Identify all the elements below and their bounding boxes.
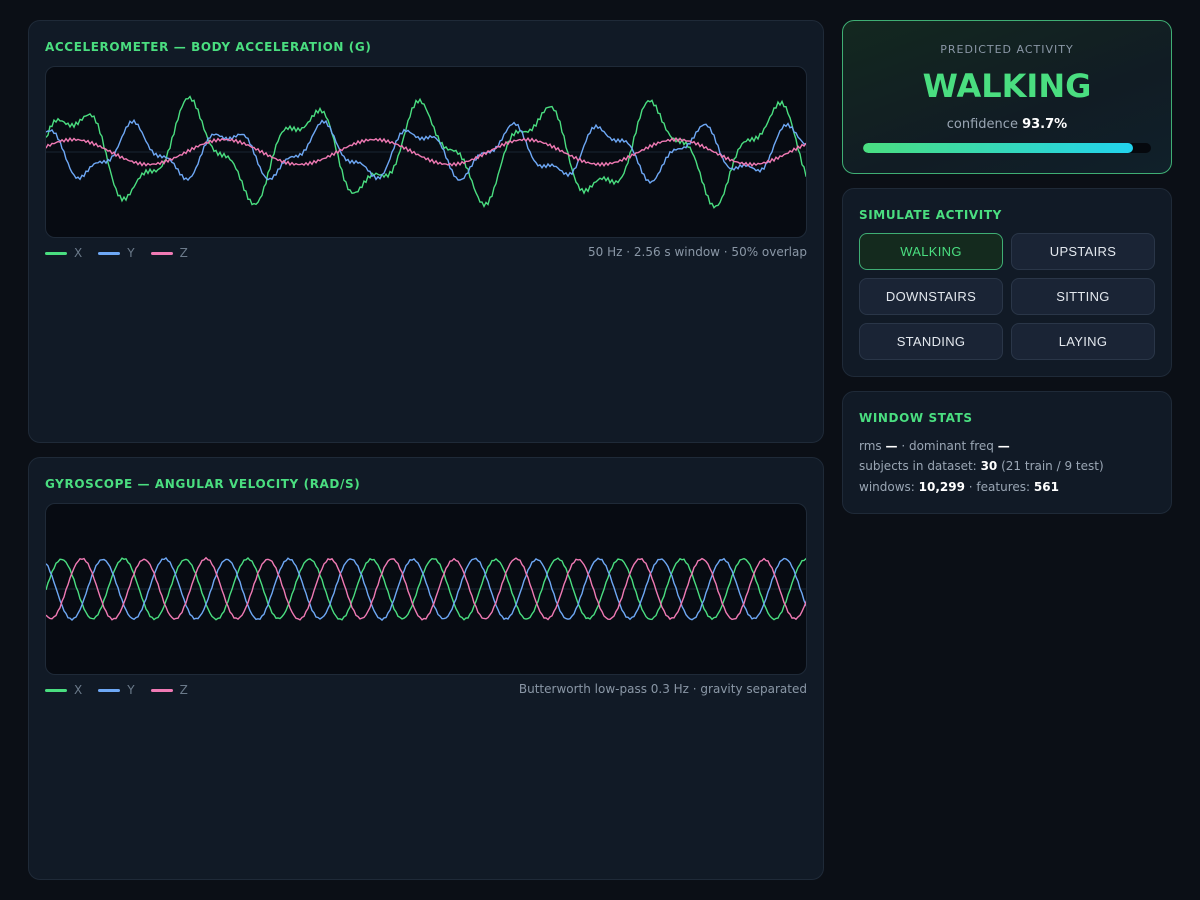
window-stats-title: WINDOW STATS [859,411,973,425]
stats-subjects-line: subjects in dataset: 30 (21 train / 9 te… [859,459,1104,473]
gyroscope-plot [45,503,807,675]
gyroscope-title: GYROSCOPE — ANGULAR VELOCITY (RAD/S) [45,477,361,491]
rms-value: — [885,439,898,453]
legend-label-y: Y [127,683,135,697]
features-value: 561 [1033,480,1059,494]
accelerometer-plot [45,66,807,238]
legend-item-z: Z [150,683,188,697]
confidence-text: confidence 93.7% [843,117,1171,132]
legend-item-y: Y [98,246,135,260]
dominant-freq-value: — [997,439,1010,453]
stats-windows-line: windows: 10,299 · features: 561 [859,480,1059,494]
windows-label: windows: [859,480,915,494]
legend-item-x: X [45,683,82,697]
walking-button[interactable]: WALKING [859,233,1003,270]
legend-label-z: Z [179,683,188,697]
gyroscope-note: Butterworth low-pass 0.3 Hz · gravity se… [518,682,807,696]
legend-label-y: Y [127,246,135,260]
rms-label: rms [859,439,882,453]
legend-swatch-y [98,688,121,692]
window-stats-panel: WINDOW STATS rms — · dominant freq — sub… [842,391,1172,514]
legend-label-z: Z [179,246,188,260]
accelerometer-title: ACCELEROMETER — BODY ACCELERATION (G) [45,40,372,54]
legend-label-x: X [74,246,83,260]
downstairs-button[interactable]: DOWNSTAIRS [859,278,1003,315]
gyroscope-legend: X Y Z [45,683,204,697]
confidence-label: confidence [946,117,1018,132]
confidence-bar [863,143,1151,153]
legend-swatch-y [98,251,121,255]
confidence-value: 93.7% [1022,117,1068,132]
accelerometer-legend: X Y Z [45,246,204,260]
legend-item-x: X [45,246,82,260]
accelerometer-note: 50 Hz · 2.56 s window · 50% overlap [588,245,807,259]
legend-item-z: Z [150,246,188,260]
confidence-bar-fill [863,143,1133,153]
accelerometer-chart [46,95,806,209]
legend-swatch-z [150,251,173,255]
features-label: · features: [968,480,1031,494]
subjects-label: subjects in dataset: [859,459,977,473]
standing-button[interactable]: STANDING [859,323,1003,360]
prediction-panel: PREDICTED ACTIVITY WALKING confidence 93… [842,20,1172,174]
gyroscope-panel: GYROSCOPE — ANGULAR VELOCITY (RAD/S) X Y… [28,457,824,880]
subjects-split: (21 train / 9 test) [1001,459,1104,473]
simulate-panel: SIMULATE ACTIVITY WALKING UPSTAIRS DOWNS… [842,188,1172,377]
activity-button-grid: WALKING UPSTAIRS DOWNSTAIRS SITTING STAN… [859,233,1155,360]
sitting-button[interactable]: SITTING [1011,278,1155,315]
subjects-value: 30 [980,459,998,473]
gyroscope-chart [46,556,806,622]
simulate-title: SIMULATE ACTIVITY [859,208,1002,222]
accelerometer-panel: ACCELEROMETER — BODY ACCELERATION (G) X … [28,20,824,443]
legend-label-x: X [74,683,83,697]
legend-swatch-z [150,688,173,692]
windows-value: 10,299 [918,480,965,494]
legend-swatch-x [45,251,67,255]
laying-button[interactable]: LAYING [1011,323,1155,360]
stats-rms-line: rms — · dominant freq — [859,439,1010,453]
prediction-label: PREDICTED ACTIVITY [940,43,1074,56]
predicted-activity: WALKING [922,67,1092,105]
upstairs-button[interactable]: UPSTAIRS [1011,233,1155,270]
legend-item-y: Y [98,683,135,697]
legend-swatch-x [45,688,67,692]
dominant-freq-label: · dominant freq [901,439,994,453]
